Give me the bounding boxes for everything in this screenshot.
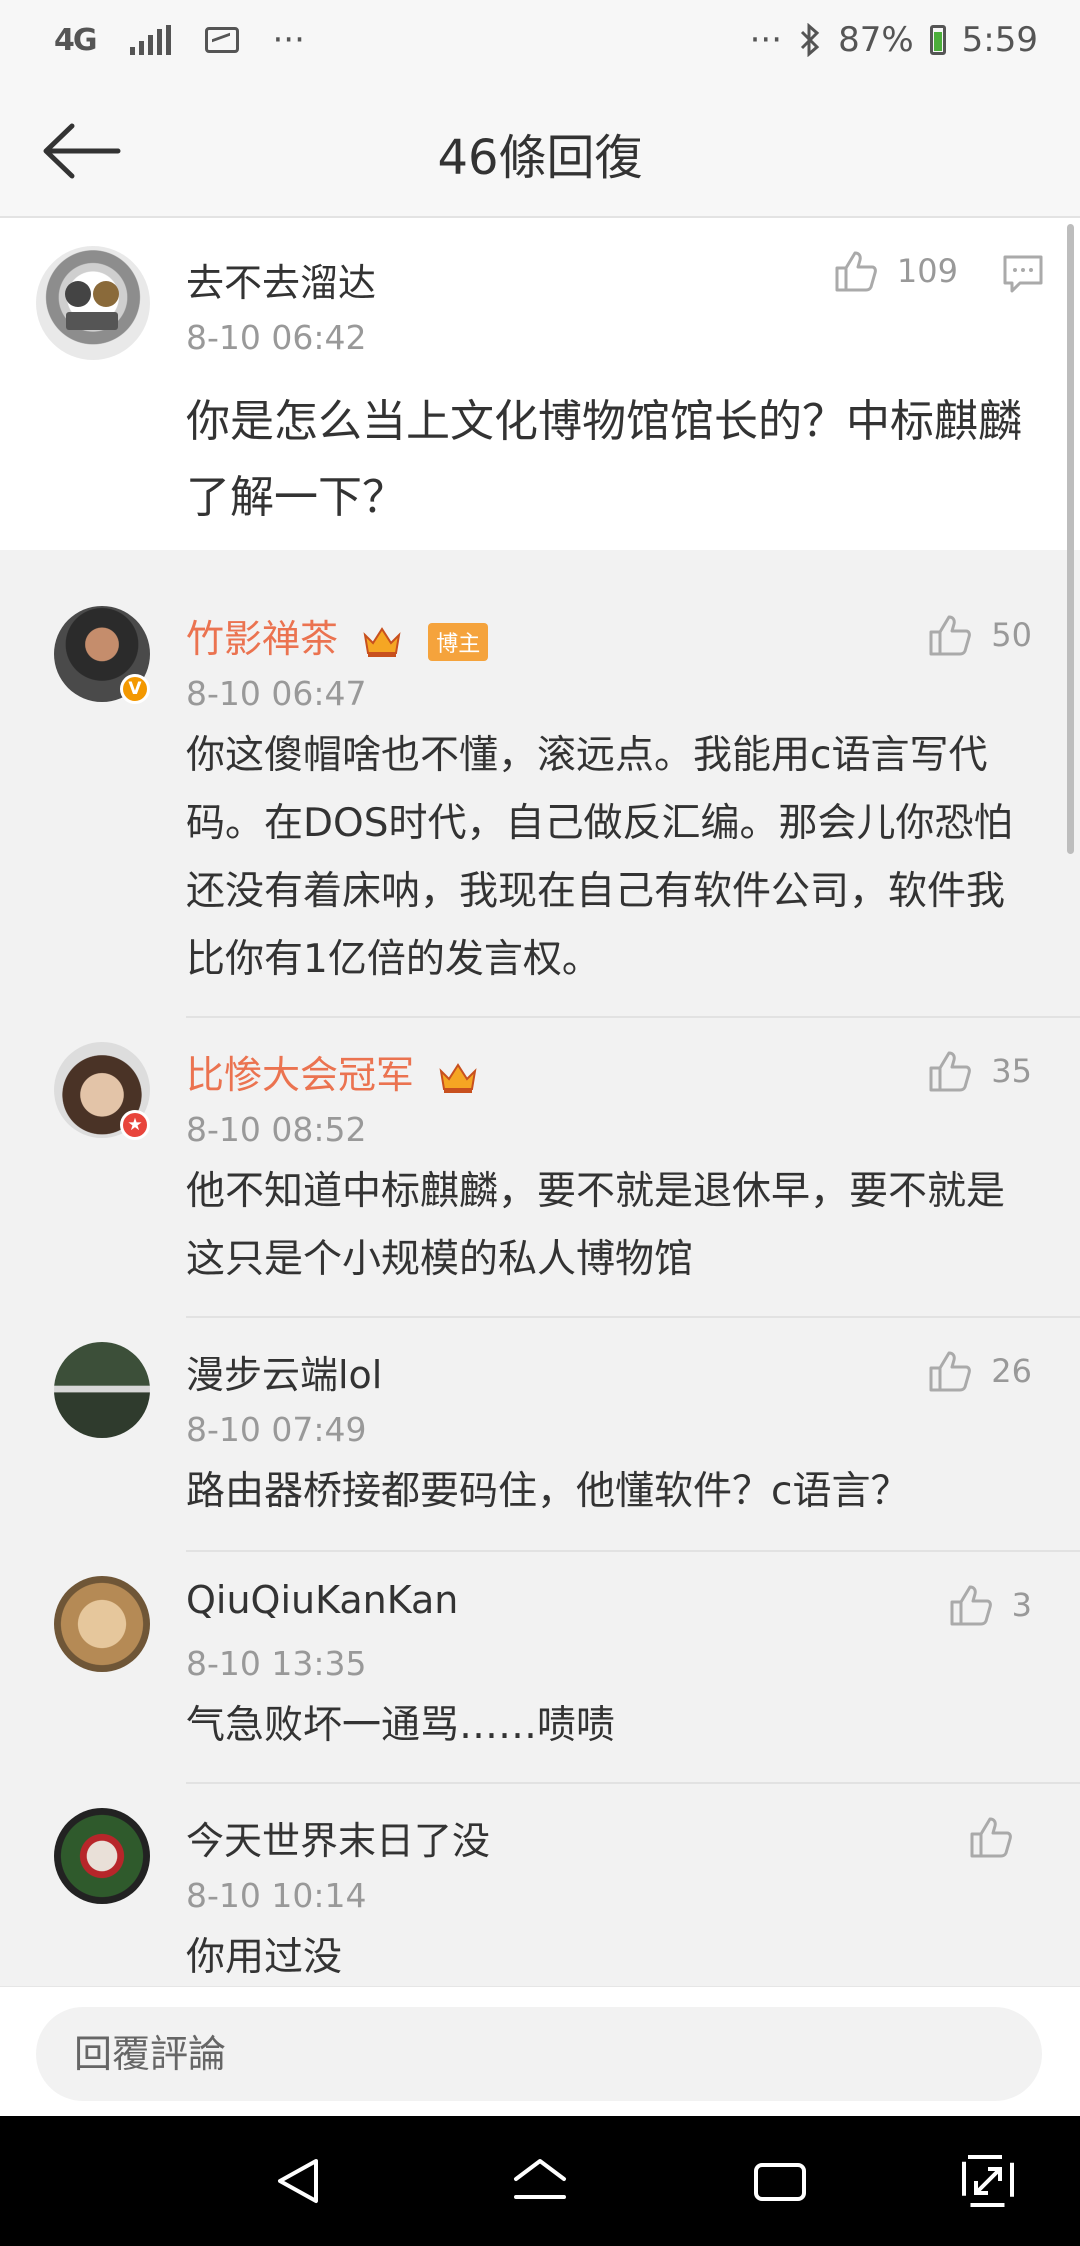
more-notifications-icon: ···	[272, 20, 305, 60]
verified-badge: V	[120, 674, 150, 704]
comment-time: 8-10 08:52	[186, 1110, 367, 1149]
like-button[interactable]: 35	[927, 1048, 1032, 1094]
comment-time: 8-10 13:35	[186, 1644, 367, 1683]
comment-username[interactable]: 今天世界末日了没	[186, 1810, 490, 1865]
nav-back-icon[interactable]	[270, 2151, 330, 2211]
reply-input[interactable]: 回覆評論	[36, 2007, 1042, 2101]
comment-icon[interactable]	[1002, 254, 1044, 294]
comment-time: 8-10 07:49	[186, 1410, 367, 1449]
reply-item: ★ 比惨大会冠军 8-10 08:52 他不知道中标麒麟，要不就是退休早，要不就…	[0, 1018, 1080, 1318]
avatar[interactable]	[54, 1576, 150, 1672]
page-title: 46條回復	[437, 130, 643, 186]
bluetooth-icon	[801, 23, 820, 57]
reply-item: QiuQiuKanKan 8-10 13:35 气急败坏一通骂……啧啧 3	[0, 1552, 1080, 1784]
network-type: 4G	[54, 22, 97, 58]
like-button[interactable]: 26	[927, 1348, 1032, 1394]
status-bar: 4G ··· ··· 87% 5:59	[0, 0, 1080, 88]
reply-item: 今天世界末日了没 8-10 10:14 你用过没	[0, 1784, 1080, 1986]
thumb-up-icon	[929, 615, 972, 656]
like-count: 109	[896, 252, 958, 290]
comment-username[interactable]: QiuQiuKanKan	[186, 1578, 458, 1622]
reply-item: V 竹影禅茶 博主 8-10 06:47 你这傻帽啥也不懂，滚远点。我能用c语言…	[0, 580, 1080, 1018]
image-notification-icon	[204, 27, 239, 53]
system-nav-bar	[0, 2116, 1080, 2246]
comment-text: 路由器桥接都要码住，他懂软件？c语言？	[186, 1469, 910, 1514]
avatar[interactable]	[54, 1342, 150, 1438]
crown-icon	[439, 1062, 477, 1093]
comment-text: 气急败坏一通骂……啧啧	[186, 1703, 616, 1748]
scrollbar[interactable]	[1067, 224, 1074, 854]
nav-home-icon[interactable]	[510, 2151, 570, 2211]
more-status-icon: ···	[749, 20, 783, 60]
comment-list[interactable]: 去不去溜达 8-10 06:42 你是怎么当上文化博物馆馆长的？中标麒麟了解一下…	[0, 218, 1080, 1986]
reply-item: 漫步云端lol 8-10 07:49 路由器桥接都要码住，他懂软件？c语言？ 2…	[0, 1318, 1080, 1552]
thumb-up-icon	[970, 1817, 1012, 1858]
like-button[interactable]	[968, 1814, 1032, 1860]
thumb-up-icon	[929, 1351, 972, 1392]
like-count: 3	[1011, 1586, 1032, 1624]
comment-text: 你用过没	[186, 1935, 343, 1980]
like-count: 50	[991, 616, 1032, 654]
thumb-up-icon	[929, 1051, 972, 1092]
nav-expand-icon[interactable]	[958, 2151, 1018, 2211]
username-text: 竹影禅茶	[186, 617, 339, 661]
top-app-bar: 46條回復	[0, 88, 1080, 218]
comment-text: 他不知道中标麒麟，要不就是退休早，要不就是这只是个小规模的私人博物馆	[186, 1169, 1006, 1282]
like-button[interactable]: 50	[927, 612, 1032, 658]
like-button[interactable]: 109	[833, 248, 958, 294]
comment-text: 你这傻帽啥也不懂，滚远点。我能用c语言写代码。在DOS时代，自己做反汇编。那会儿…	[186, 733, 1013, 982]
comment-time: 8-10 10:14	[186, 1876, 367, 1915]
comment-time: 8-10 06:47	[186, 674, 367, 713]
original-comment: 去不去溜达 8-10 06:42 你是怎么当上文化博物馆馆长的？中标麒麟了解一下…	[0, 218, 1080, 550]
thumb-up-icon	[950, 1585, 992, 1626]
avatar[interactable]	[54, 1808, 150, 1904]
thumb-up-icon	[835, 251, 877, 292]
signal-icon	[129, 25, 171, 55]
clock: 5:59	[961, 20, 1038, 60]
verified-badge: ★	[120, 1110, 150, 1140]
like-count: 35	[991, 1052, 1032, 1090]
comment-username[interactable]: 去不去溜达	[186, 252, 376, 307]
comment-username[interactable]: 比惨大会冠军	[186, 1044, 478, 1099]
comment-text: 你是怎么当上文化博物馆馆长的？中标麒麟了解一下？	[186, 396, 1022, 523]
comment-username[interactable]: 竹影禅茶 博主	[186, 608, 489, 663]
reply-bar: 回覆評論	[0, 1986, 1080, 2117]
battery-percent: 87%	[838, 20, 914, 60]
comment-time: 8-10 06:42	[186, 318, 367, 357]
like-count: 26	[991, 1352, 1032, 1390]
avatar[interactable]	[36, 246, 150, 360]
blogger-badge: 博主	[428, 622, 489, 661]
nav-recents-icon[interactable]	[750, 2151, 810, 2211]
username-text: 比惨大会冠军	[186, 1053, 415, 1097]
crown-icon	[363, 626, 401, 657]
comment-username[interactable]: 漫步云端lol	[186, 1344, 382, 1399]
like-button[interactable]: 3	[948, 1582, 1032, 1628]
battery-icon	[929, 25, 946, 55]
